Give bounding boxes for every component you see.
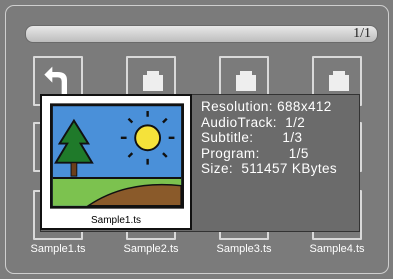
info-audio-track: AudioTrack: 1/2 (201, 114, 306, 130)
video-file-icon (236, 71, 256, 91)
file-label-sample4[interactable]: Sample4.ts (292, 243, 382, 255)
video-file-icon (143, 71, 163, 91)
page-indicator: 1/1 (353, 26, 371, 41)
file-label-sample1[interactable]: Sample1.ts (13, 243, 103, 255)
back-arrow-icon (44, 66, 67, 96)
file-label-sample3[interactable]: Sample3.ts (199, 243, 289, 255)
file-label-sample2[interactable]: Sample2.ts (106, 243, 196, 255)
info-subtitle: Subtitle: 1/3 (201, 130, 303, 145)
info-resolution: Resolution: 688x412 (201, 99, 332, 114)
media-browser-screen: 1/1 Sample1.ts Sample2.ts Sample3.ts Sam… (0, 0, 393, 279)
preview-thumbnail: Sample1.ts (40, 94, 192, 230)
info-program: Program: 1/5 (201, 145, 309, 161)
landscape-picture-icon (50, 103, 184, 209)
preview-caption: Sample1.ts (90, 215, 142, 226)
page-scroll-bar[interactable]: 1/1 (25, 25, 378, 43)
file-info-text: Resolution: 688x412 AudioTrack: 1/2 Subt… (201, 99, 337, 177)
info-size: Size: 511457 KBytes (201, 161, 338, 176)
video-file-icon (329, 71, 349, 91)
